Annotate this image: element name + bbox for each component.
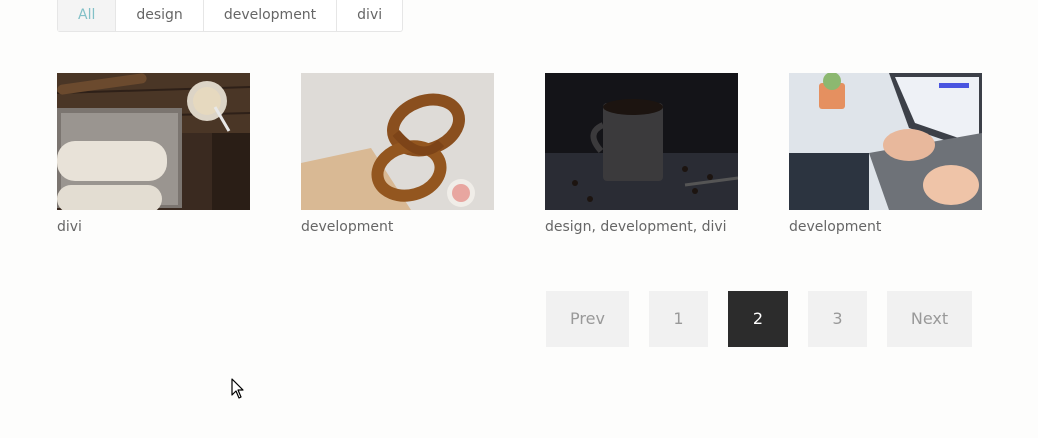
- portfolio-item-category: development: [789, 219, 882, 235]
- coffee-beans-mug-image[interactable]: [545, 73, 738, 210]
- portfolio-item: design, development, divi: [545, 73, 738, 236]
- filter-tab-development[interactable]: development: [204, 0, 338, 31]
- prev-page-button[interactable]: Prev: [546, 291, 629, 347]
- portfolio-item: development: [789, 73, 982, 236]
- page-button-2[interactable]: 2: [728, 291, 788, 347]
- portfolio-item-category: design, development, divi: [545, 219, 727, 235]
- filter-tab-design[interactable]: design: [116, 0, 204, 31]
- mouse-cursor-icon: [231, 378, 244, 399]
- dough-baking-tray-image[interactable]: [57, 73, 250, 210]
- pretzels-image[interactable]: [301, 73, 494, 210]
- portfolio-item-category: divi: [57, 219, 82, 235]
- page-button-1[interactable]: 1: [649, 291, 708, 347]
- portfolio-item: development: [301, 73, 494, 236]
- portfolio-item-category: development: [301, 219, 394, 235]
- laptop-typing-image[interactable]: [789, 73, 982, 210]
- page-button-3[interactable]: 3: [808, 291, 867, 347]
- portfolio-item: divi: [57, 73, 250, 236]
- portfolio-grid: divi development design, development, di…: [57, 73, 982, 243]
- filter-tab-all[interactable]: All: [58, 0, 117, 31]
- next-page-button[interactable]: Next: [887, 291, 972, 347]
- portfolio-filter: All design development divi: [57, 0, 404, 32]
- filter-tab-divi[interactable]: divi: [337, 0, 402, 31]
